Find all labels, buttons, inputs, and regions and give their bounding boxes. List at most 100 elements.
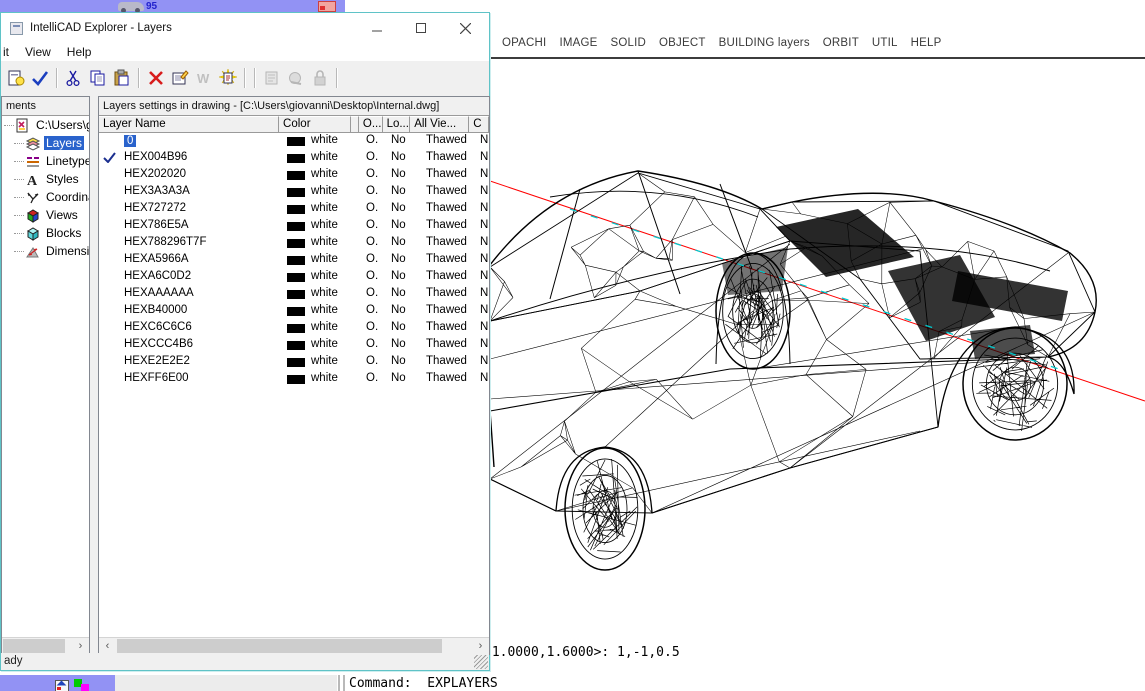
all-viewports-state[interactable]: Thawed: [426, 287, 467, 299]
table-row[interactable]: HEX3A3A3AwhiteO.NoThawedN: [99, 184, 489, 201]
column-header-color[interactable]: Color: [279, 116, 351, 133]
all-viewports-state[interactable]: Thawed: [426, 134, 467, 146]
color-swatch[interactable]: [287, 188, 305, 197]
table-row[interactable]: HEX202020whiteO.NoThawedN: [99, 167, 489, 184]
all-viewports-state[interactable]: Thawed: [426, 372, 467, 384]
lock-state[interactable]: No: [391, 219, 406, 231]
lock-state[interactable]: No: [391, 304, 406, 316]
on-state[interactable]: O.: [366, 236, 378, 248]
regen-button[interactable]: [216, 66, 240, 90]
title-bar[interactable]: IntelliCAD Explorer - Layers: [1, 13, 489, 43]
lock-state[interactable]: No: [391, 168, 406, 180]
table-row[interactable]: HEXCCC4B6whiteO.NoThawedN: [99, 337, 489, 354]
table-row[interactable]: HEX727272whiteO.NoThawedN: [99, 201, 489, 218]
sidebar-item-blocks[interactable]: Blocks: [2, 224, 89, 242]
column-header-o[interactable]: O...: [359, 116, 383, 133]
all-viewports-state[interactable]: Thawed: [426, 338, 467, 350]
on-state[interactable]: O.: [366, 219, 378, 231]
color-swatch[interactable]: [287, 273, 305, 282]
color-swatch[interactable]: [287, 137, 305, 146]
on-state[interactable]: O.: [366, 202, 378, 214]
command-input-line[interactable]: Command: EXPLAYERS: [349, 676, 498, 691]
column-header-c[interactable]: C: [469, 116, 489, 133]
color-swatch[interactable]: [287, 205, 305, 214]
table-row[interactable]: 0whiteO.NoThawedN: [99, 133, 489, 150]
table-hscrollbar[interactable]: ‹ ›: [99, 637, 489, 654]
sidebar-item-coordina[interactable]: Coordina: [2, 188, 89, 206]
close-button[interactable]: [443, 13, 487, 43]
color-swatch[interactable]: [287, 222, 305, 231]
resize-grip[interactable]: [474, 655, 488, 669]
color-swatch[interactable]: [287, 171, 305, 180]
cad-menu-item-help[interactable]: HELP: [911, 37, 942, 49]
color-swatch[interactable]: [287, 358, 305, 367]
table-row[interactable]: HEXA5966AwhiteO.NoThawedN: [99, 252, 489, 269]
on-state[interactable]: O.: [366, 168, 378, 180]
table-row[interactable]: HEXB40000whiteO.NoThawedN: [99, 303, 489, 320]
shortcut-icon[interactable]: [55, 680, 69, 691]
cad-menu-item-image[interactable]: IMAGE: [559, 37, 597, 49]
table-row[interactable]: HEX788296T7FwhiteO.NoThawedN: [99, 235, 489, 252]
lock-state[interactable]: No: [391, 185, 406, 197]
on-state[interactable]: O.: [366, 355, 378, 367]
column-header-layername[interactable]: Layer Name: [99, 116, 279, 133]
color-swatch[interactable]: [287, 307, 305, 316]
on-state[interactable]: O.: [366, 304, 378, 316]
copy-button[interactable]: [86, 66, 110, 90]
lock-state[interactable]: No: [391, 202, 406, 214]
lock-state[interactable]: No: [391, 253, 406, 265]
lock-state[interactable]: No: [391, 134, 406, 146]
color-swatch[interactable]: [287, 154, 305, 163]
all-viewports-state[interactable]: Thawed: [426, 151, 467, 163]
color-swatch[interactable]: [287, 341, 305, 350]
color-swatch[interactable]: [287, 290, 305, 299]
all-viewports-state[interactable]: Thawed: [426, 168, 467, 180]
color-swatch[interactable]: [287, 239, 305, 248]
lock-state[interactable]: No: [391, 372, 406, 384]
column-header-lo[interactable]: Lo...: [383, 116, 411, 133]
all-viewports-state[interactable]: Thawed: [426, 236, 467, 248]
menu-item-view[interactable]: View: [25, 45, 51, 59]
lock-state[interactable]: No: [391, 270, 406, 282]
cad-menu-item-object[interactable]: OBJECT: [659, 37, 706, 49]
on-state[interactable]: O.: [366, 185, 378, 197]
table-row[interactable]: HEXA6C0D2whiteO.NoThawedN: [99, 269, 489, 286]
all-viewports-state[interactable]: Thawed: [426, 270, 467, 282]
table-row[interactable]: HEXFF6E00whiteO.NoThawedN: [99, 371, 489, 388]
all-viewports-state[interactable]: Thawed: [426, 202, 467, 214]
on-state[interactable]: O.: [366, 151, 378, 163]
on-state[interactable]: O.: [366, 372, 378, 384]
lock-state[interactable]: No: [391, 355, 406, 367]
sidebar-item-linetypes[interactable]: Linetypes: [2, 152, 89, 170]
table-row[interactable]: HEXE2E2E2whiteO.NoThawedN: [99, 354, 489, 371]
scroll-thumb[interactable]: [3, 639, 65, 654]
maximize-button[interactable]: [399, 13, 443, 43]
on-state[interactable]: O.: [366, 338, 378, 350]
on-state[interactable]: O.: [366, 134, 378, 146]
color-swatch[interactable]: [287, 324, 305, 333]
red-tool-icon[interactable]: [318, 1, 336, 12]
table-row[interactable]: HEX004B96whiteO.NoThawedN: [99, 150, 489, 167]
lock-state[interactable]: No: [391, 338, 406, 350]
sidebar-item-dimensio[interactable]: Dimensio: [2, 242, 89, 260]
cad-menu-item-orbit[interactable]: ORBIT: [823, 37, 859, 49]
color-swatch[interactable]: [287, 256, 305, 265]
drawing-canvas[interactable]: [490, 59, 1145, 643]
column-header-blank[interactable]: [351, 116, 359, 133]
table-row[interactable]: HEXC6C6C6whiteO.NoThawedN: [99, 320, 489, 337]
cad-menu-item-building-layers[interactable]: BUILDING layers: [719, 37, 810, 49]
cad-menu-item-opachi[interactable]: OPACHI: [502, 37, 546, 49]
lock-state[interactable]: No: [391, 151, 406, 163]
menu-item-it[interactable]: it: [3, 45, 9, 59]
sidebar-item-views[interactable]: Views: [2, 206, 89, 224]
all-viewports-state[interactable]: Thawed: [426, 321, 467, 333]
sidebar-item-layers[interactable]: Layers: [2, 134, 89, 152]
minimize-button[interactable]: [355, 13, 399, 43]
paste-button[interactable]: [110, 66, 134, 90]
column-header-allvie[interactable]: All Vie...: [410, 116, 469, 133]
tree-hscrollbar[interactable]: ›: [2, 637, 89, 654]
table-row[interactable]: HEX786E5AwhiteO.NoThawedN: [99, 218, 489, 235]
cad-menu-item-solid[interactable]: SOLID: [611, 37, 647, 49]
all-viewports-state[interactable]: Thawed: [426, 304, 467, 316]
on-state[interactable]: O.: [366, 253, 378, 265]
